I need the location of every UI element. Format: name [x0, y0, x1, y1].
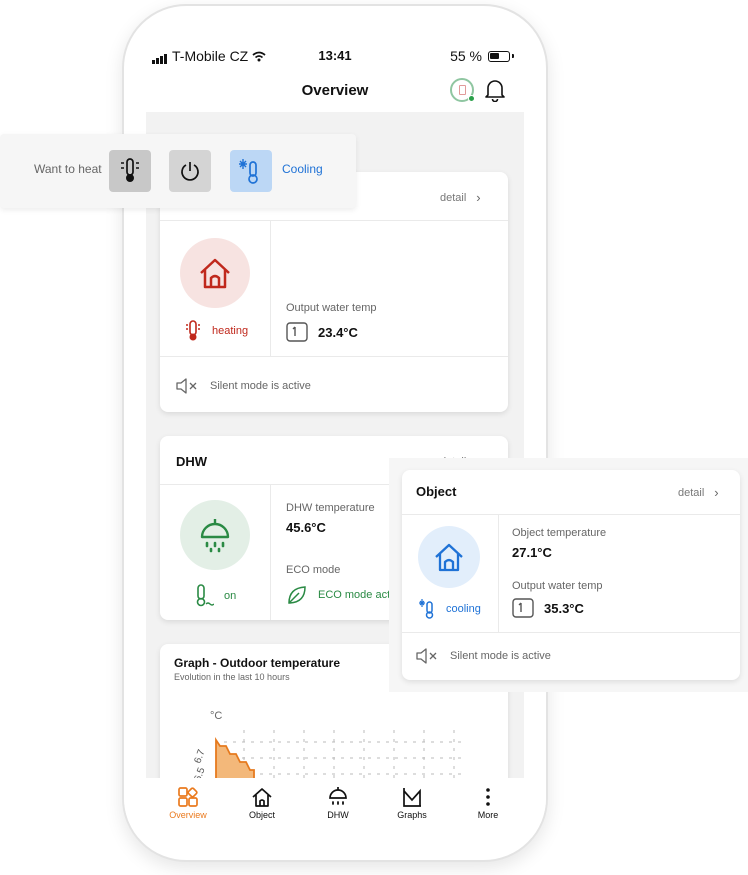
app-header: Overview [124, 78, 546, 108]
device-status-icon[interactable] [450, 78, 475, 102]
nav-overview[interactable]: Overview [158, 784, 218, 820]
object-popup-detail-link[interactable]: detail › [678, 485, 719, 500]
speaker-muted-icon [176, 378, 197, 394]
output-temp-label: Output water temp [512, 580, 603, 592]
water-temp-icon [512, 598, 534, 618]
output-temp-row: 23.4°C [286, 322, 358, 342]
output-temp-value: 35.3°C [544, 600, 584, 616]
graph-subtitle: Evolution in the last 10 hours [174, 672, 290, 682]
water-temp-icon [286, 322, 308, 342]
graph-icon [403, 788, 421, 807]
heating-state: heating [184, 320, 248, 342]
output-temp-row: 35.3°C [512, 598, 584, 618]
house-heating-icon [180, 238, 250, 308]
battery-icon [488, 50, 510, 62]
silent-mode-row: Silent mode is active [416, 648, 551, 664]
object-popup-card: Object detail › cooling Object temperatur… [402, 470, 740, 680]
more-icon [486, 788, 490, 806]
heat-mode-button[interactable] [109, 150, 151, 192]
status-bar: T-Mobile CZ 13:41 55 % [124, 44, 546, 68]
dhw-title: DHW [176, 454, 208, 469]
heat-mode-panel: Want to heat Cooling [0, 134, 356, 208]
cooling-mode-button[interactable] [230, 150, 272, 192]
silent-mode-row: Silent mode is active [176, 378, 311, 394]
thermometer-water-icon [196, 584, 214, 607]
thermometer-heat-icon [121, 158, 139, 182]
chevron-right-icon: › [476, 190, 481, 205]
object-card: detail › heating Output water temp 23.4°C… [160, 172, 508, 412]
leaf-icon [288, 586, 306, 604]
object-popup-title: Object [416, 484, 457, 499]
house-icon [252, 788, 272, 807]
battery-info: 55 % [450, 48, 514, 64]
object-detail-link[interactable]: detail › [440, 190, 481, 205]
shower-dhw-icon [180, 500, 250, 570]
nav-graphs[interactable]: Graphs [382, 784, 442, 820]
cooling-state: cooling [418, 598, 481, 620]
dhw-temp-label: DHW temperature [286, 502, 375, 514]
house-cooling-icon [418, 526, 480, 588]
nav-object[interactable]: Object [232, 784, 292, 820]
shower-icon [329, 787, 347, 805]
tick-label-6-7: 6.7 [192, 748, 207, 765]
chevron-right-icon: › [714, 485, 719, 500]
output-temp-value: 23.4°C [318, 324, 358, 340]
bell-icon[interactable] [484, 78, 506, 102]
overview-icon [178, 787, 198, 807]
cooling-label: Cooling [282, 162, 323, 176]
dhw-state: on [194, 584, 236, 608]
want-to-heat-label: Want to heat [34, 162, 102, 176]
power-icon [181, 162, 199, 181]
thermometer-cool-icon [419, 599, 434, 619]
bottom-nav: Overview Object DHW Graphs More [124, 778, 546, 838]
thermometer-cool-icon [239, 159, 258, 184]
output-temp-label: Output water temp [286, 302, 377, 314]
eco-mode-row: ECO mode acti [286, 584, 393, 606]
dhw-temp-value: 45.6°C [286, 520, 326, 535]
speaker-muted-icon [416, 648, 437, 664]
object-temp-label: Object temperature [512, 527, 607, 539]
phone-frame: T-Mobile CZ 13:41 55 % Overview detail › … [122, 4, 548, 862]
battery-percent: 55 % [450, 48, 482, 64]
power-button[interactable] [169, 150, 211, 192]
nav-more[interactable]: More [458, 784, 518, 820]
graph-title: Graph - Outdoor temperature [174, 656, 341, 670]
eco-mode-label: ECO mode [286, 564, 341, 576]
thermometer-heat-icon [186, 320, 200, 341]
nav-dhw[interactable]: DHW [308, 784, 368, 820]
page-title: Overview [301, 82, 369, 99]
graph-unit: °C [210, 710, 223, 722]
object-temp-value: 27.1°C [512, 545, 552, 560]
